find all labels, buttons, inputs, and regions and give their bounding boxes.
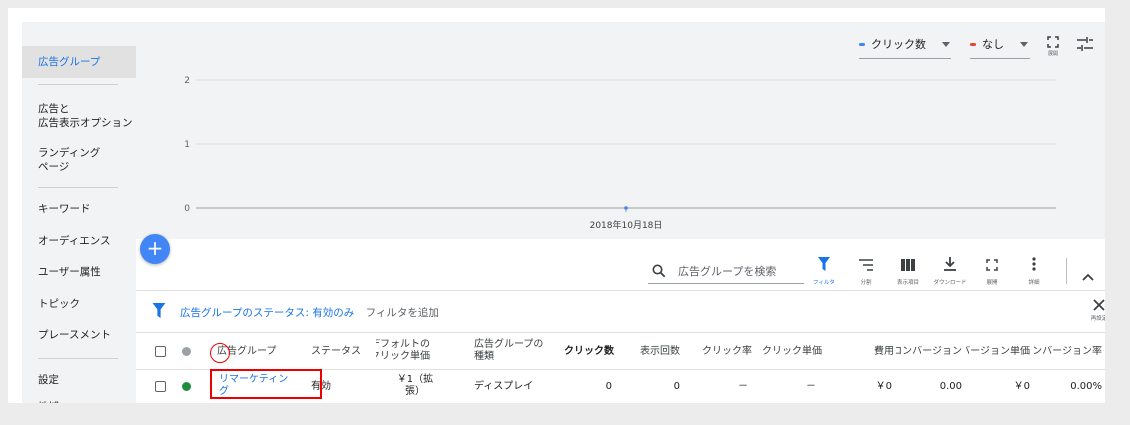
col-header-cost-per-conv[interactable]: コンバージョン単価: [966, 346, 1030, 358]
col-header-cost[interactable]: 費用: [874, 346, 894, 358]
filter-bar: 広告グループのステータス: 有効のみ フィルタを追加 再設定: [136, 290, 1105, 330]
close-icon: [1093, 299, 1105, 311]
col-header-conv-rate[interactable]: コンバージョン率: [1034, 346, 1102, 358]
search-placeholder: 広告グループを検索: [678, 264, 777, 278]
sidebar-item-landing-pages[interactable]: ランディング ページ: [22, 146, 136, 174]
filter-icon: [152, 303, 166, 318]
row-conversions: 0.00: [939, 381, 962, 392]
segment-tool-button[interactable]: 分割: [846, 256, 886, 286]
y-tick-label: 0: [184, 204, 190, 214]
row-ctr: －: [738, 381, 748, 392]
col-header-cpc-bid[interactable]: デフォルトの クリック単価: [376, 339, 430, 363]
expand-tool-button[interactable]: 展開: [972, 256, 1012, 286]
row-cpc-bid[interactable]: ￥1（拡張）: [394, 374, 436, 398]
row-clicks: 0: [605, 381, 612, 392]
status-filter-chip[interactable]: 広告グループのステータス: 有効のみ: [180, 307, 354, 319]
annotation-circle: [210, 343, 230, 363]
segment-icon: [859, 259, 873, 271]
sidebar-item-audiences[interactable]: オーディエンス: [22, 234, 136, 248]
search-icon: [652, 264, 666, 277]
sidebar-divider: [38, 84, 118, 85]
expand-icon: [986, 259, 998, 271]
select-all-checkbox[interactable]: [155, 346, 166, 357]
reset-label: 再設定: [1090, 316, 1105, 322]
y-tick-label: 2: [184, 76, 190, 86]
main-panel: クリック数 なし 展開 2102018年10月18日 + 広告グループを検索 フ…: [136, 22, 1105, 403]
chart-area: クリック数 なし 展開 2102018年10月18日: [136, 22, 1105, 239]
col-header-ctr[interactable]: クリック率: [702, 346, 752, 358]
row-cost-per-conv: ￥0: [1013, 381, 1030, 392]
columns-tool-button[interactable]: 表示項目: [888, 256, 928, 286]
expand-tool-label: 展開: [986, 280, 998, 286]
col-header-conversions[interactable]: コンバージョン: [896, 346, 962, 358]
filter-icon: [818, 257, 830, 271]
col-header-type[interactable]: 広告グループの 種類: [474, 339, 543, 363]
sidebar-item-demographics[interactable]: ユーザー属性: [22, 265, 136, 279]
row-impressions: 0: [673, 381, 680, 392]
filter-chips: 広告グループのステータス: 有効のみ フィルタを追加: [180, 305, 439, 320]
row-type: ディスプレイ: [474, 381, 534, 392]
sidebar-item-locations[interactable]: 地域: [22, 400, 136, 403]
sidebar-item-ad-groups[interactable]: 広告グループ: [22, 46, 136, 78]
more-tool-button[interactable]: 詳細: [1014, 256, 1054, 286]
toolbar-divider: [1066, 258, 1067, 284]
app-frame: 広告グループ 広告と 広告表示オプション ランディング ページ キーワード オー…: [8, 8, 1105, 403]
chevron-up-icon: [1082, 273, 1094, 281]
filter-tool-label: フィルタ: [813, 280, 835, 286]
col-header-avg-cpc[interactable]: クリック単価: [762, 346, 822, 358]
col-header-impressions[interactable]: 表示回数: [640, 346, 680, 358]
segment-tool-label: 分割: [860, 280, 872, 286]
table-row: リマーケティング 有効 ￥1（拡張） ディスプレイ 0 0 － － ￥0 0.0…: [136, 369, 1105, 403]
status-dot-enabled: [182, 382, 191, 391]
more-vert-icon: [1032, 257, 1036, 271]
col-header-clicks[interactable]: クリック数: [564, 346, 614, 358]
data-point: [624, 206, 628, 210]
add-filter-link[interactable]: フィルタを追加: [366, 307, 439, 319]
sidebar-item-label: 広告グループ: [38, 56, 101, 68]
status-dot-header: [182, 347, 191, 356]
columns-icon: [901, 259, 915, 271]
table-header: 広告グループ ステータス デフォルトの クリック単価 広告グループの 種類 クリ…: [136, 332, 1105, 370]
performance-chart: 2 1 0 2018年10月18日: [184, 76, 1056, 231]
sidebar-item-ads-extensions[interactable]: 広告と 広告表示オプション: [22, 102, 136, 130]
columns-tool-label: 表示項目: [896, 280, 919, 286]
sidebar-divider: [38, 358, 118, 359]
search-input[interactable]: 広告グループを検索: [648, 258, 804, 284]
filter-tool-button[interactable]: フィルタ: [804, 256, 844, 286]
more-tool-label: 詳細: [1028, 280, 1040, 286]
download-tool-button[interactable]: ダウンロード: [930, 256, 970, 286]
sidebar: 広告グループ 広告と 広告表示オプション ランディング ページ キーワード オー…: [22, 22, 136, 403]
table-toolbar: 広告グループを検索 フィルタ 分割 表示項目 ダウンロード 展開 詳細: [136, 246, 1105, 290]
y-tick-label: 1: [184, 140, 190, 150]
sidebar-item-placements[interactable]: プレースメント: [22, 328, 136, 342]
sidebar-divider: [38, 187, 118, 188]
sidebar-item-keywords[interactable]: キーワード: [22, 202, 136, 216]
row-checkbox[interactable]: [155, 381, 166, 392]
row-cost: ￥0: [875, 381, 892, 392]
reset-filter-button[interactable]: 再設定: [1084, 299, 1105, 322]
download-icon: [944, 257, 956, 271]
col-header-status[interactable]: ステータス: [311, 346, 361, 358]
annotation-rectangle: [210, 369, 322, 399]
row-conv-rate: 0.00%: [1070, 381, 1102, 392]
row-avg-cpc: －: [806, 381, 816, 392]
collapse-button[interactable]: [1082, 266, 1094, 285]
sidebar-item-topics[interactable]: トピック: [22, 297, 136, 311]
x-tick-label: 2018年10月18日: [590, 219, 663, 231]
sidebar-item-settings[interactable]: 設定: [22, 373, 136, 387]
download-tool-label: ダウンロード: [933, 280, 967, 286]
